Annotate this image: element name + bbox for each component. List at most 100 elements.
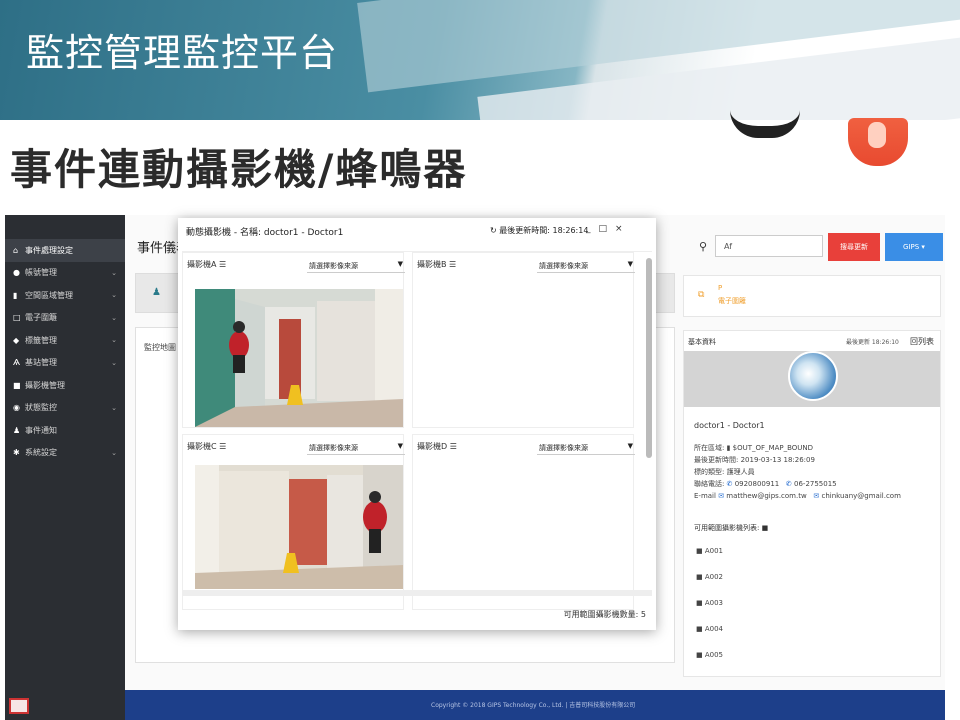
- sidebar-item-label: 電子圍籬: [25, 313, 57, 323]
- caret-down-icon: ▼: [627, 442, 633, 450]
- camera-icon: ■: [696, 599, 705, 607]
- type-value: 護理人員: [726, 468, 755, 476]
- maximize-icon[interactable]: □: [599, 224, 616, 234]
- sidebar-item-event-settings[interactable]: ⌂ 事件處理設定: [5, 239, 125, 262]
- slide-title: 監控管理監控平台: [26, 31, 339, 75]
- sidebar-item-label: 基站管理: [25, 358, 57, 368]
- video-source-select[interactable]: 請選擇影像來源 ▼: [307, 257, 405, 273]
- list-icon[interactable]: ☰: [219, 442, 226, 451]
- sidebar-item-label: 帳號管理: [25, 268, 57, 278]
- sidebar-item-notifications[interactable]: ♟ 事件通知: [5, 419, 125, 442]
- camera-icon: ■: [696, 625, 705, 633]
- sidebar-item-fence[interactable]: □ 電子圍籬 ⌄: [5, 307, 125, 330]
- camera-id: A001: [704, 547, 723, 555]
- sidebar-item-base-stations[interactable]: Ѧ 基站管理 ⌄: [5, 352, 125, 375]
- type-label: 標的類型:: [694, 468, 725, 476]
- camera-icon: ■: [696, 573, 705, 581]
- list-icon[interactable]: ☰: [219, 260, 226, 269]
- camera-label: 攝影機A ☰: [187, 259, 226, 270]
- area-label: 所在區域:: [694, 444, 725, 452]
- chevron-down-icon: ⌄: [111, 448, 117, 457]
- email-value[interactable]: matthew@gips.com.tw: [726, 492, 806, 500]
- last-update-value: 2019-03-13 18:26:09: [740, 456, 815, 464]
- camera-quad-c: 攝影機C ☰ 請選擇影像來源 ▼: [182, 434, 405, 610]
- device-illustration: [730, 110, 800, 138]
- phone-value[interactable]: 06-2755015: [794, 480, 837, 488]
- phone-value[interactable]: 0920800911: [735, 480, 780, 488]
- camera-list-item[interactable]: ■ A003: [696, 599, 723, 607]
- camera-icon: ■: [13, 380, 21, 390]
- vertical-scrollbar[interactable]: [646, 258, 652, 458]
- person-name: doctor1 - Doctor1: [694, 421, 765, 430]
- info-panel: 基本資料 最後更新 18:26:10 回列表 doctor1 - Doctor1…: [683, 330, 941, 677]
- sidebar-item-accounts[interactable]: ● 帳號管理 ⌄: [5, 262, 125, 285]
- video-source-select[interactable]: 請選擇影像來源 ▼: [307, 439, 405, 455]
- camera-icon: ■: [761, 524, 769, 532]
- search-input[interactable]: [715, 235, 823, 257]
- info-updated: 最後更新 18:26:10: [846, 339, 899, 346]
- type-row: 標的類型: 護理人員: [694, 467, 755, 477]
- caret-down-icon: ▼: [397, 260, 403, 268]
- video-source-value: 請選擇影像來源: [539, 444, 588, 452]
- info-heading: 基本資料: [688, 338, 716, 346]
- sidebar-item-label: 事件通知: [25, 425, 57, 435]
- sidebar-item-tags[interactable]: ◆ 標籤管理 ⌄: [5, 329, 125, 352]
- chevron-down-icon: ⌄: [111, 313, 117, 322]
- camera-icon: ■: [696, 651, 705, 659]
- available-camera-count: 可用範圍攝影機數量: 5: [563, 610, 646, 619]
- sidebar-item-system[interactable]: ✱ 系統設定 ⌄: [5, 442, 125, 465]
- update-row: 最後更新時間: 2019-03-13 18:26:09: [694, 455, 815, 465]
- list-icon[interactable]: ☰: [450, 442, 457, 451]
- sidebar-item-spaces[interactable]: ▮ 空間區域管理 ⌄: [5, 284, 125, 307]
- chevron-down-icon: ⌄: [111, 268, 117, 277]
- email-label: E-mail: [694, 492, 716, 500]
- gips-dropdown-button[interactable]: GIPS ▾: [885, 233, 943, 261]
- sidebar-item-label: 系統設定: [25, 448, 57, 458]
- bell-icon: ♟: [13, 425, 21, 435]
- email-value[interactable]: chinkuany@gmail.com: [821, 492, 900, 500]
- sidebar: ⌂ 事件處理設定 ● 帳號管理 ⌄ ▮ 空間區域管理 ⌄ □ 電子圍籬 ⌄ ◆ …: [5, 215, 125, 720]
- video-source-select[interactable]: 請選擇影像來源 ▼: [537, 439, 635, 455]
- phone-label: 聯絡電話:: [694, 480, 725, 488]
- hallway-video-frame: [195, 289, 403, 427]
- camera-name: 攝影機A: [187, 260, 217, 269]
- camera-name: 攝影機C: [187, 442, 217, 451]
- gear-icon: ✱: [13, 448, 20, 458]
- home-icon: ⌂: [13, 245, 19, 255]
- close-icon[interactable]: ×: [615, 224, 631, 234]
- sidebar-item-cameras[interactable]: ■ 攝影機管理: [5, 374, 125, 397]
- area-row: 所在區域: ▮ $OUT_OF_MAP_BOUND: [694, 443, 813, 453]
- chevron-down-icon: ⌄: [111, 358, 117, 367]
- company-logo: [9, 698, 29, 714]
- fence-icon: ⧉: [698, 290, 705, 300]
- refresh-icon[interactable]: ↻: [490, 226, 499, 235]
- sidebar-item-monitoring[interactable]: ◉ 狀態監控 ⌄: [5, 397, 125, 420]
- modal-last-update-text: 最後更新時間: 18:26:14: [499, 226, 589, 235]
- list-icon[interactable]: ☰: [449, 260, 456, 269]
- sidebar-item-label: 攝影機管理: [25, 380, 65, 390]
- chevron-down-icon: ⌄: [111, 291, 117, 300]
- camera-list-item[interactable]: ■ A001: [696, 547, 723, 555]
- video-source-select[interactable]: 請選擇影像來源 ▼: [537, 257, 635, 273]
- alert-card[interactable]: ⧉ P 電子圍籬: [683, 275, 941, 317]
- modal-title: 動態攝影機 - 名稱: doctor1 - Doctor1: [186, 228, 344, 238]
- sidebar-item-label: 空間區域管理: [25, 290, 73, 300]
- minimize-icon[interactable]: _: [586, 224, 599, 234]
- horizontal-scrollbar[interactable]: [182, 590, 652, 596]
- slide-header: 監控管理監控平台: [0, 0, 960, 120]
- camera-list-item[interactable]: ■ A002: [696, 573, 723, 581]
- search-update-button[interactable]: 搜尋更新: [828, 233, 880, 261]
- camera-list-item[interactable]: ■ A004: [696, 625, 723, 633]
- camera-id: A004: [704, 625, 723, 633]
- video-source-value: 請選擇影像來源: [309, 262, 358, 270]
- sidebar-item-label: 狀態監控: [25, 403, 57, 413]
- sidebar-topbar: [5, 215, 125, 239]
- camera-id: A002: [704, 573, 723, 581]
- map-label: 監控地圖: [144, 343, 176, 352]
- hallway-video-frame: [195, 465, 403, 589]
- sidebar-item-label: 標籤管理: [25, 335, 57, 345]
- back-to-list-link[interactable]: 回列表: [910, 336, 934, 347]
- phone-icon: ✆: [726, 480, 735, 488]
- camera-list-item[interactable]: ■ A005: [696, 651, 723, 659]
- search-icon: ⚲: [699, 240, 708, 253]
